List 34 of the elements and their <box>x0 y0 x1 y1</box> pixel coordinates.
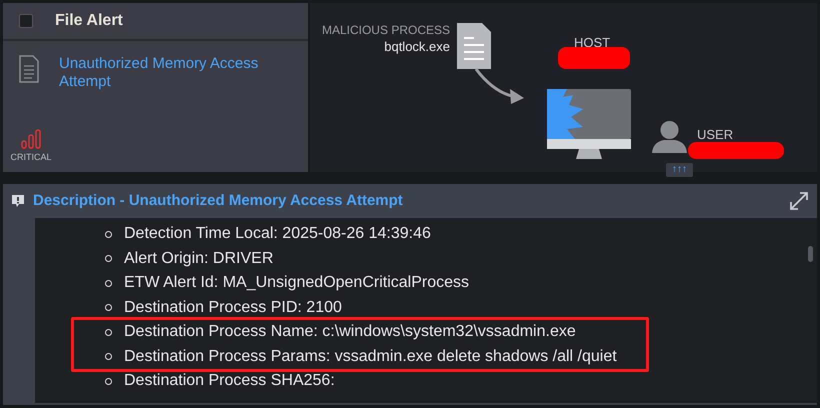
detail-text: Destination Process PID: 2100 <box>124 298 342 318</box>
curved-arrow-icon <box>474 67 526 105</box>
detail-text: ETW Alert Id: MA_UnsignedOpenCriticalProcess <box>124 273 470 294</box>
process-name: bqtlock.exe <box>383 38 450 56</box>
info-icon <box>11 194 25 208</box>
detail-text: Destination Process Params: vssadmin.exe delete shadows /all /quiet <box>124 346 617 367</box>
alert-link[interactable]: Unauthorized Memory Access Attempt <box>59 55 289 91</box>
bullet-icon <box>105 353 112 360</box>
checkbox[interactable] <box>19 14 33 28</box>
process-label: MALICIOUS PROCESS <box>320 22 450 39</box>
user-label: USER <box>697 126 734 144</box>
expand-icon[interactable] <box>789 191 809 211</box>
bullet-icon <box>105 328 112 336</box>
detail-text: Detection Time Local: 2025-08-26 14:39:46 <box>124 224 431 244</box>
detail-text: Destination Process SHA256: <box>124 371 335 392</box>
computer-icon <box>547 89 631 161</box>
detail-text: Alert Origin: DRIVER <box>124 248 274 269</box>
bullet-icon <box>105 304 112 312</box>
document-icon <box>19 55 39 83</box>
document-icon <box>457 23 491 69</box>
bullet-icon <box>105 378 112 385</box>
bullet-icon <box>105 230 112 238</box>
scrollbar-thumb <box>808 246 813 262</box>
severity-bars-icon <box>21 128 41 148</box>
bullet-icon <box>105 280 112 287</box>
panel-title: Description - Unauthorized Memory Access Attempt <box>33 190 403 211</box>
user-icon <box>652 120 687 153</box>
host-label: HOST <box>574 34 610 52</box>
bullet-icon <box>105 255 112 262</box>
user-badge: ↑↑↑ <box>666 163 693 177</box>
severity-label: CRITICAL <box>10 150 52 164</box>
detail-text: Destination Process Name: c:\windows\system32\vssadmin.exe <box>124 322 576 342</box>
card-title: File Alert <box>55 11 123 31</box>
redaction-bar <box>558 47 630 69</box>
